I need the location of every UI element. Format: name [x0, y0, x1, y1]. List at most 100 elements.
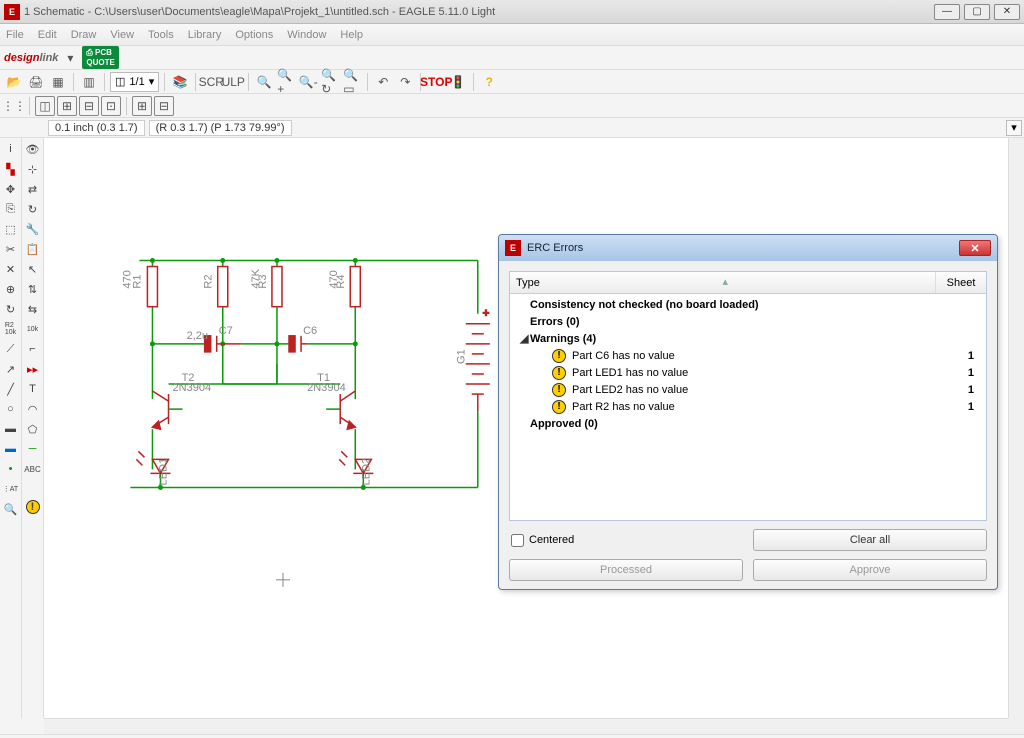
erc-centered-check[interactable]: Centered: [509, 534, 743, 547]
designlink-button[interactable]: designlink: [4, 52, 58, 64]
erc-row-consistency[interactable]: Consistency not checked (no board loaded…: [510, 296, 986, 313]
name-tool[interactable]: R210k: [2, 320, 20, 338]
designlink-dropdown[interactable]: ▾: [60, 48, 80, 68]
undo-icon[interactable]: ↶: [373, 72, 393, 92]
align2-icon[interactable]: ⊞: [57, 96, 77, 116]
mark-tool[interactable]: ⊹: [24, 160, 42, 178]
erc-row-approved[interactable]: Approved (0): [510, 415, 986, 432]
add-tool[interactable]: ⊕: [2, 280, 20, 298]
vertical-scrollbar[interactable]: [1008, 138, 1024, 718]
erc-warning-item[interactable]: !Part LED2 has no value1: [510, 381, 986, 398]
layer-tool[interactable]: ▚: [2, 160, 20, 178]
wire-tool[interactable]: ╱: [2, 380, 20, 398]
close-button[interactable]: ✕: [994, 4, 1020, 20]
menu-help[interactable]: Help: [340, 29, 363, 41]
script-icon[interactable]: SCR: [201, 72, 221, 92]
erc-title-icon: E: [505, 240, 521, 256]
replace-tool[interactable]: ↻: [2, 300, 20, 318]
menu-window[interactable]: Window: [287, 29, 326, 41]
info-tool[interactable]: i: [2, 140, 20, 158]
schematic-canvas[interactable]: + R1 470 R2 R3 47K R4 470 C7 2,2u C6 T2 …: [44, 138, 1008, 718]
move-tool[interactable]: ✥: [2, 180, 20, 198]
mirror-tool[interactable]: ⇄: [24, 180, 42, 198]
delete-tool[interactable]: ✕: [2, 260, 20, 278]
erc-list[interactable]: Type▴ Sheet Consistency not checked (no …: [509, 271, 987, 521]
miter-tool[interactable]: ⌐: [24, 340, 42, 358]
invoke-tool[interactable]: ▸▸: [24, 360, 42, 378]
paste-tool[interactable]: 📋: [24, 240, 42, 258]
ulp-icon[interactable]: ULP: [223, 72, 243, 92]
help-icon[interactable]: ?: [479, 72, 499, 92]
zoom-in-icon[interactable]: 🔍+: [276, 72, 296, 92]
menu-view[interactable]: View: [110, 29, 134, 41]
coord-absolute: 0.1 inch (0.3 1.7): [48, 120, 145, 136]
pinswap-tool[interactable]: ⇅: [24, 280, 42, 298]
split-tool[interactable]: ↗: [2, 360, 20, 378]
junction-tool[interactable]: •: [2, 460, 20, 478]
bus-tool[interactable]: ▬: [2, 440, 20, 458]
polygon-tool[interactable]: ⬠: [24, 420, 42, 438]
attrib-tool[interactable]: ⋮AT: [2, 480, 20, 498]
print-icon[interactable]: 🖨: [26, 72, 46, 92]
menu-draw[interactable]: Draw: [71, 29, 97, 41]
align3-icon[interactable]: ⊟: [79, 96, 99, 116]
sheet-selector[interactable]: ◫1/1▾: [110, 72, 159, 92]
erc-clear-button[interactable]: Clear all: [753, 529, 987, 551]
errors-tool[interactable]: !: [26, 500, 40, 514]
erc-col-type[interactable]: Type▴: [510, 272, 936, 293]
open-icon[interactable]: 📂: [4, 72, 24, 92]
grid-dots-icon[interactable]: ⋮⋮: [4, 96, 24, 116]
align1-icon[interactable]: ◫: [35, 96, 55, 116]
menu-library[interactable]: Library: [188, 29, 222, 41]
pcbquote-button[interactable]: ⎙ PCBQUOTE: [82, 46, 118, 69]
menu-tools[interactable]: Tools: [148, 29, 174, 41]
select-tool[interactable]: ↖: [24, 260, 42, 278]
board-icon[interactable]: ▥: [79, 72, 99, 92]
minimize-button[interactable]: —: [934, 4, 960, 20]
menu-file[interactable]: File: [6, 29, 24, 41]
group-tool[interactable]: ⬚: [2, 220, 20, 238]
redo-icon[interactable]: ↷: [395, 72, 415, 92]
erc-row-errors[interactable]: Errors (0): [510, 313, 986, 330]
coord-dropdown[interactable]: ▾: [1006, 120, 1022, 136]
menu-options[interactable]: Options: [235, 29, 273, 41]
erc-row-warnings[interactable]: ◢Warnings (4): [510, 330, 986, 347]
erc-warning-item[interactable]: !Part LED1 has no value1: [510, 364, 986, 381]
erc-close-button[interactable]: ✕: [959, 240, 991, 256]
net-tool[interactable]: ─: [24, 440, 42, 458]
show-tool[interactable]: 👁: [24, 140, 42, 158]
copy-tool[interactable]: ⎘: [2, 200, 20, 218]
arc-tool[interactable]: ◠: [24, 400, 42, 418]
value-tool[interactable]: 10k: [24, 320, 42, 338]
menu-edit[interactable]: Edit: [38, 29, 57, 41]
cut-tool[interactable]: ✂: [2, 240, 20, 258]
stop-icon[interactable]: STOP: [426, 72, 446, 92]
label-tool[interactable]: ABC: [24, 460, 42, 478]
zoom-fit-icon[interactable]: 🔍: [254, 72, 274, 92]
align5-icon[interactable]: ⊞: [132, 96, 152, 116]
zoom-select-icon[interactable]: 🔍▭: [342, 72, 362, 92]
collapse-icon[interactable]: ◢: [520, 332, 530, 345]
maximize-button[interactable]: ▢: [964, 4, 990, 20]
zoom-out-icon[interactable]: 🔍-: [298, 72, 318, 92]
erc-warning-item[interactable]: !Part C6 has no value1: [510, 347, 986, 364]
align6-icon[interactable]: ⊟: [154, 96, 174, 116]
erc-tool[interactable]: 🔍: [2, 500, 20, 518]
circle-tool[interactable]: ○: [2, 400, 20, 418]
align4-icon[interactable]: ⊡: [101, 96, 121, 116]
zoom-redraw-icon[interactable]: 🔍↻: [320, 72, 340, 92]
library-icon[interactable]: 📚: [170, 72, 190, 92]
erc-approve-button[interactable]: Approve: [753, 559, 987, 581]
go-icon[interactable]: 🚦: [448, 72, 468, 92]
rect-tool[interactable]: ▬: [2, 420, 20, 438]
text-tool[interactable]: T: [24, 380, 42, 398]
erc-titlebar[interactable]: E ERC Errors ✕: [499, 235, 997, 261]
rotate-tool[interactable]: ↻: [24, 200, 42, 218]
change-tool[interactable]: 🔧: [24, 220, 42, 238]
erc-processed-button[interactable]: Processed: [509, 559, 743, 581]
gateswap-tool[interactable]: ⇆: [24, 300, 42, 318]
cam-icon[interactable]: ▦: [48, 72, 68, 92]
erc-warning-item[interactable]: !Part R2 has no value1: [510, 398, 986, 415]
smash-tool[interactable]: ⟋: [2, 340, 20, 358]
erc-col-sheet[interactable]: Sheet: [936, 277, 986, 289]
